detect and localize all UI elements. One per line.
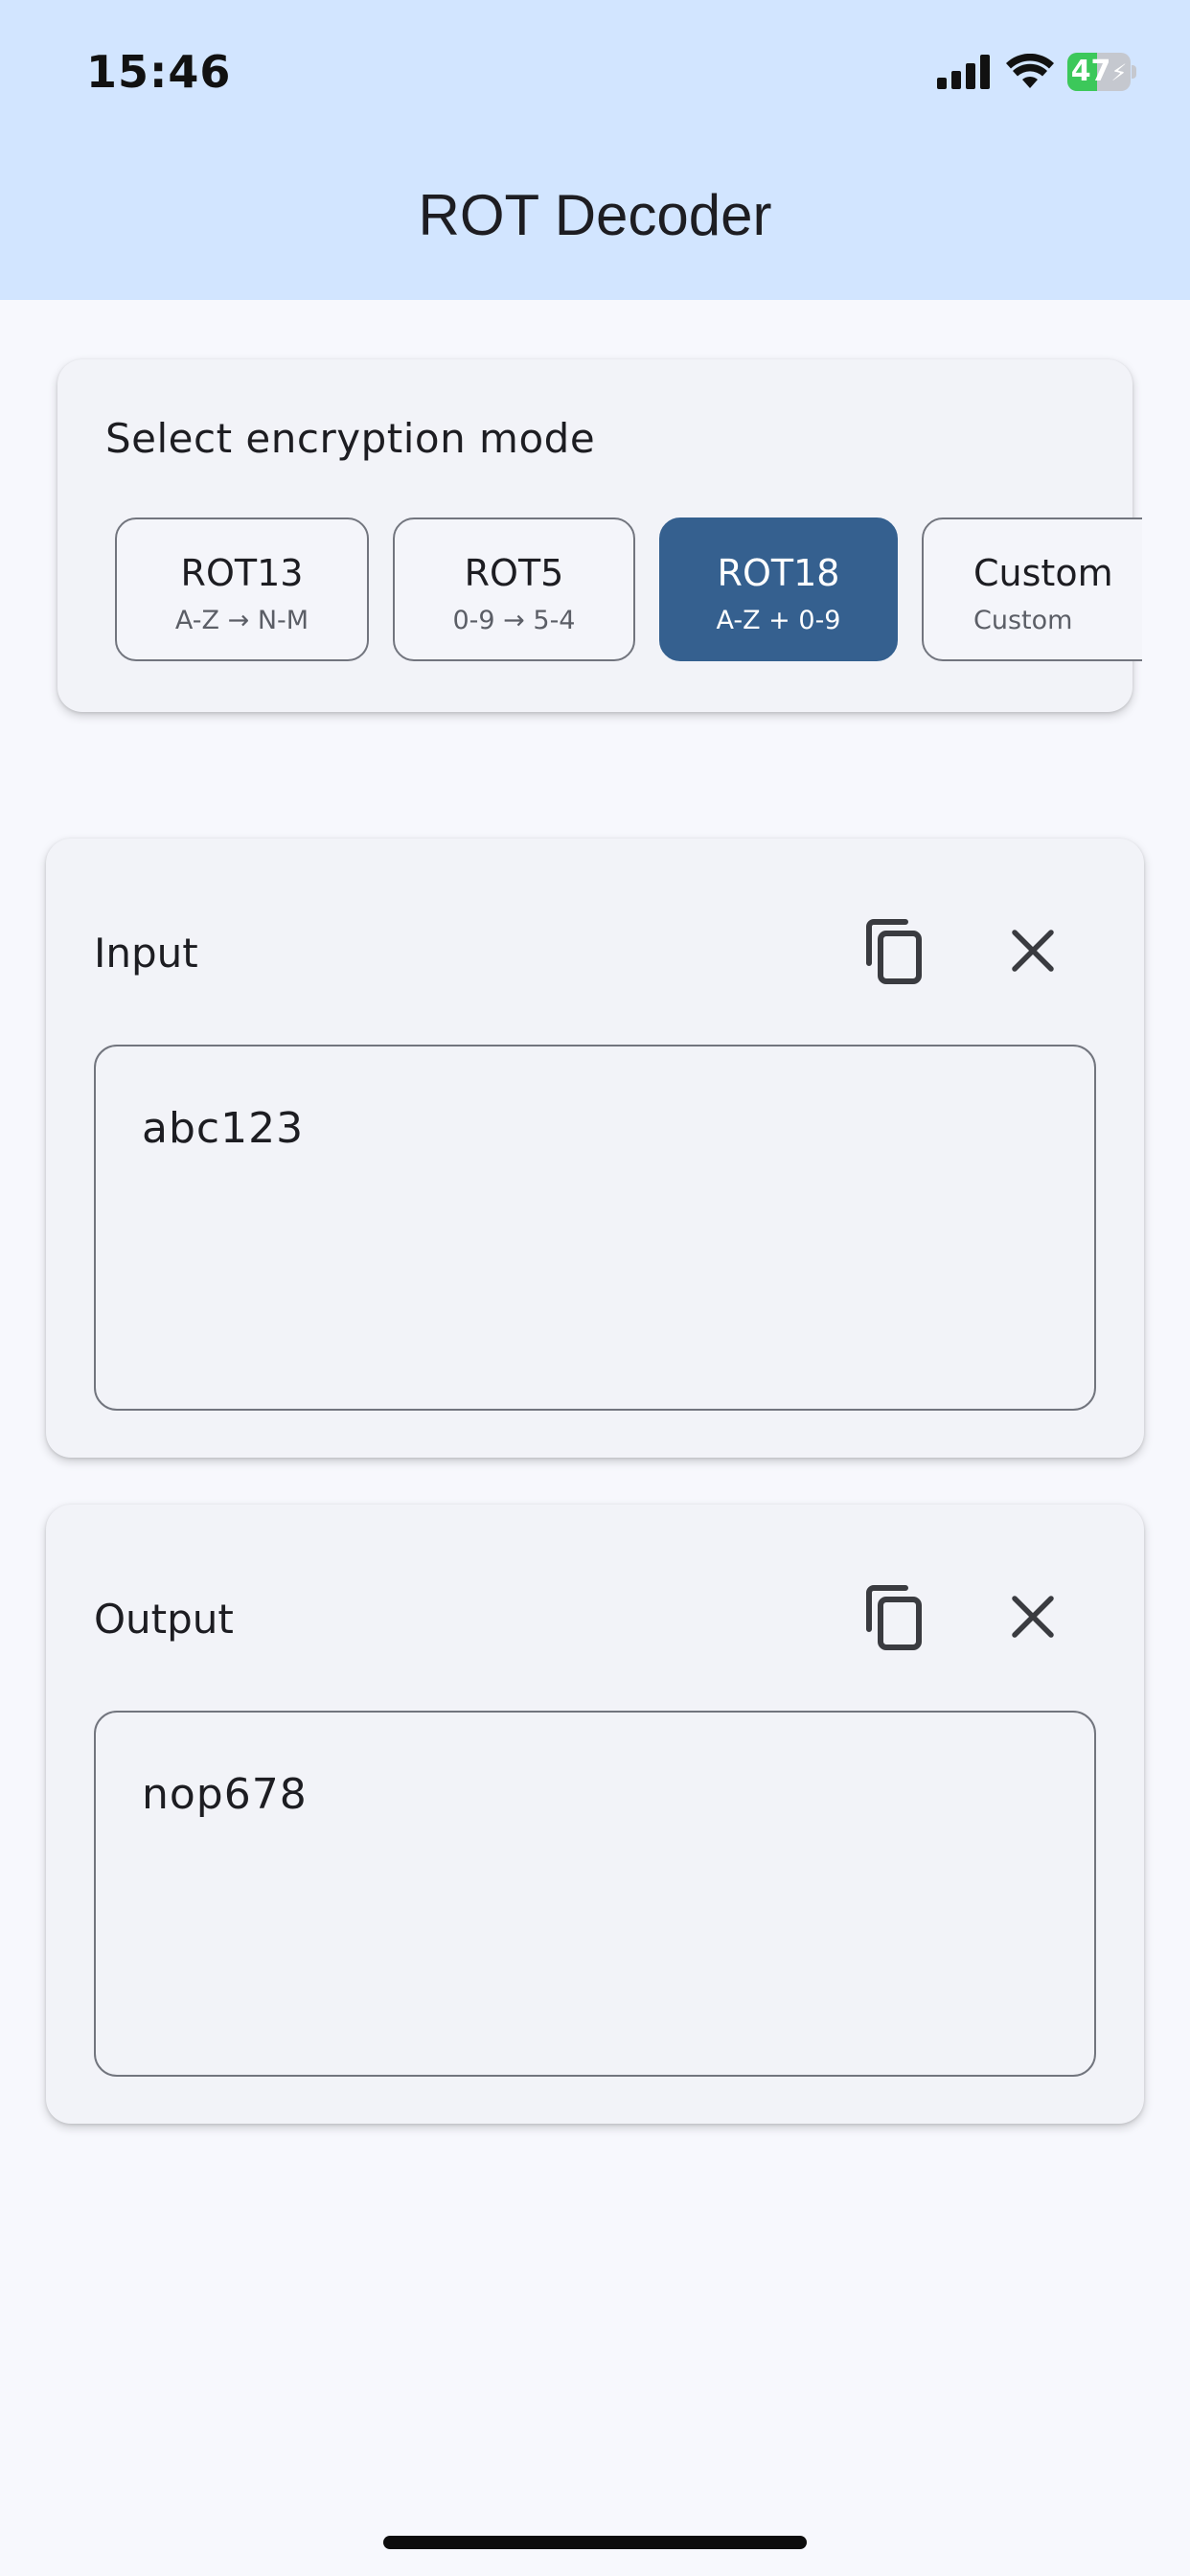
mode-chip-rot5[interactable]: ROT5 0-9 → 5-4 <box>393 518 635 661</box>
home-indicator <box>383 2536 807 2549</box>
mode-chip-custom[interactable]: Custom Custom <box>922 518 1142 661</box>
mode-chip-description: Custom <box>973 606 1073 635</box>
copy-icon <box>866 919 922 984</box>
input-clear-button[interactable] <box>990 908 1076 994</box>
mode-chip-description: A-Z + 0-9 <box>716 606 841 635</box>
input-textarea[interactable]: abc123 <box>94 1045 1096 1411</box>
close-icon <box>1012 1596 1054 1638</box>
mode-chip-label: ROT5 <box>464 552 564 594</box>
close-icon <box>1012 930 1054 972</box>
mode-selector-card: Select encryption mode ROT13 A-Z → N-M R… <box>57 359 1142 712</box>
mode-selector-title: Select encryption mode <box>105 415 596 462</box>
output-clear-button[interactable] <box>990 1574 1076 1660</box>
output-label: Output <box>94 1596 234 1643</box>
battery-charging-icon: 47⚡ <box>1067 53 1136 91</box>
output-copy-button[interactable] <box>851 1574 937 1660</box>
output-card: Output nop678 <box>46 1505 1144 2124</box>
status-time: 15:46 <box>86 46 232 98</box>
mode-chip-label: ROT18 <box>717 552 840 594</box>
input-card: Input abc123 <box>46 839 1144 1458</box>
mode-chip-rot13[interactable]: ROT13 A-Z → N-M <box>115 518 369 661</box>
mode-chip-description: 0-9 → 5-4 <box>452 606 576 635</box>
input-copy-button[interactable] <box>851 908 937 994</box>
status-icons: 47⚡ <box>937 48 1136 96</box>
battery-level: 47 <box>1070 55 1111 88</box>
copy-icon <box>866 1585 922 1650</box>
input-label: Input <box>94 930 198 977</box>
app-header: 15:46 47⚡ ROT Decoder <box>0 0 1190 300</box>
output-textarea[interactable]: nop678 <box>94 1711 1096 2077</box>
mode-chip-label: Custom <box>973 552 1113 594</box>
wifi-icon <box>1006 54 1054 88</box>
cellular-signal-icon <box>937 55 990 89</box>
mode-chip-label: ROT13 <box>180 552 304 594</box>
mode-chip-description: A-Z → N-M <box>174 606 309 635</box>
mode-chip-rot18[interactable]: ROT18 A-Z + 0-9 <box>659 518 898 661</box>
mode-chip-list[interactable]: ROT13 A-Z → N-M ROT5 0-9 → 5-4 ROT18 A-Z… <box>115 518 1142 671</box>
page-title: ROT Decoder <box>418 183 772 247</box>
